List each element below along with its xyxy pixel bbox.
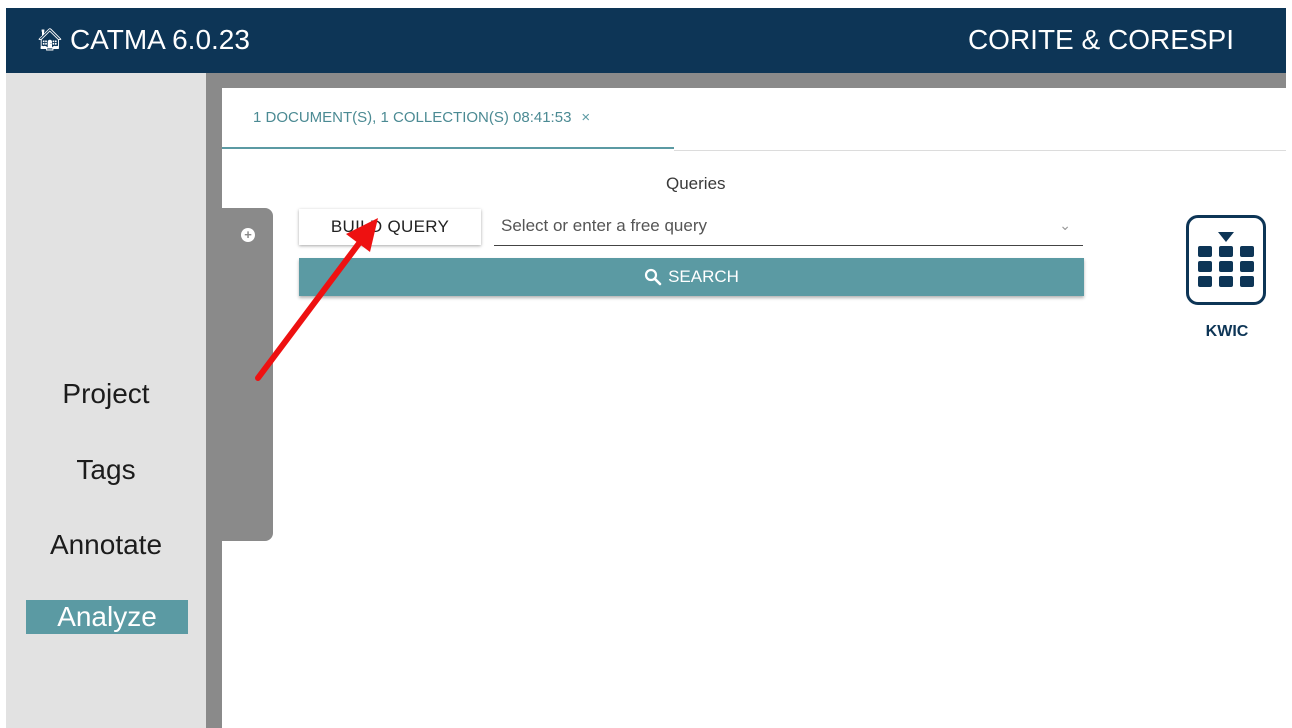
tab-bar-divider: [674, 150, 1286, 151]
search-icon: [644, 268, 662, 286]
search-button[interactable]: SEARCH: [299, 258, 1084, 296]
kwic-grid-icon: [1198, 232, 1254, 287]
close-icon[interactable]: ×: [581, 109, 590, 126]
collapsible-side-panel[interactable]: [222, 208, 273, 541]
kwic-box: [1186, 215, 1266, 305]
build-query-button[interactable]: BUILD QUERY: [299, 209, 481, 245]
chevron-down-icon[interactable]: ⌄: [1059, 217, 1071, 234]
project-name: CORITE & CORESPI: [967, 24, 1234, 55]
top-bar: 🏠︎ CATMA 6.0.23 CORITE & CORESPI: [6, 8, 1286, 73]
plus-circle-icon[interactable]: +: [241, 228, 255, 242]
tab-analysis-session[interactable]: 1 DOCUMENT(S), 1 COLLECTION(S) 08:41:53 …: [222, 88, 674, 149]
home-link[interactable]: 🏠︎ CATMA 6.0.23: [36, 25, 250, 55]
sidebar-item-annotate[interactable]: Annotate: [6, 527, 206, 563]
sidebar-item-project[interactable]: Project: [6, 376, 206, 412]
sidebar-item-tags[interactable]: Tags: [6, 452, 206, 488]
home-icon[interactable]: 🏠︎: [36, 25, 64, 55]
sidebar: Project Tags Annotate Analyze: [6, 73, 206, 728]
search-button-label: SEARCH: [668, 267, 739, 286]
kwic-label: KWIC: [1205, 323, 1249, 340]
queries-heading: Queries: [666, 174, 726, 193]
analyze-main-panel: 1 DOCUMENT(S), 1 COLLECTION(S) 08:41:53 …: [222, 88, 1286, 728]
query-input[interactable]: [494, 211, 1051, 241]
tab-label: 1 DOCUMENT(S), 1 COLLECTION(S) 08:41:53: [253, 109, 572, 126]
app-title[interactable]: CATMA 6.0.23: [70, 25, 250, 55]
kwic-visualization-button[interactable]: KWIC: [1185, 215, 1271, 345]
query-combobox[interactable]: ⌄: [494, 211, 1083, 246]
sidebar-item-analyze[interactable]: Analyze: [26, 600, 188, 634]
